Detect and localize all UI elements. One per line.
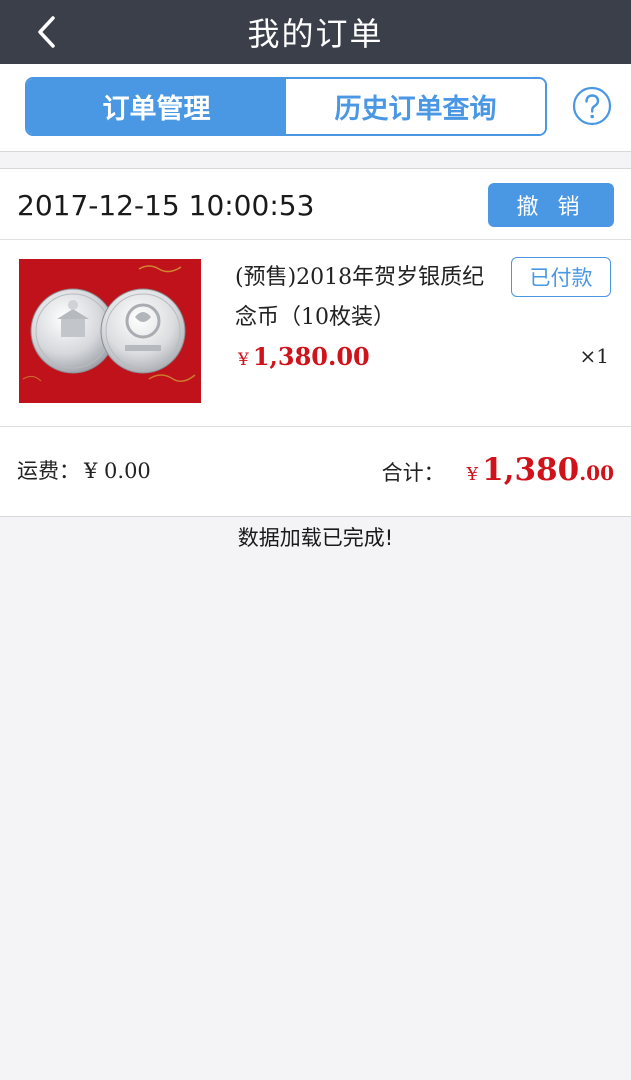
shipping-label: 运费：	[17, 459, 80, 483]
chevron-left-icon	[38, 16, 55, 48]
segmented-control: 订单管理 历史订单查询	[25, 77, 547, 136]
cancel-order-button[interactable]: 撤 销	[488, 183, 614, 227]
tab-order-history[interactable]: 历史订单查询	[286, 79, 545, 134]
back-button[interactable]	[30, 14, 62, 50]
divider	[0, 426, 631, 427]
total-currency: ¥	[466, 464, 479, 485]
tab-bar: 订单管理 历史订单查询	[0, 64, 631, 152]
question-circle-icon	[572, 86, 612, 126]
order-card: 2017-12-15 10:00:53 撤 销 (预售)2018年贺岁银质纪念币…	[0, 168, 631, 517]
total-decimal: .00	[579, 461, 614, 485]
total-label: 合计：	[381, 461, 445, 485]
help-button[interactable]	[572, 86, 612, 126]
product-price: ¥1,380.00	[238, 342, 370, 371]
tab-order-management[interactable]: 订单管理	[27, 79, 286, 134]
shipping-value: ¥ 0.00	[84, 459, 151, 483]
order-time: 2017-12-15 10:00:53	[17, 189, 315, 222]
product-image	[19, 259, 201, 403]
order-total: 合计： ¥ 1,380 .00	[382, 452, 614, 488]
price-value: 1,380.00	[252, 342, 370, 371]
load-status: 数据加载已完成!	[237, 526, 394, 550]
currency-symbol: ¥	[238, 350, 249, 370]
page-title: 我的订单	[247, 15, 384, 53]
product-row[interactable]: (预售)2018年贺岁银质纪念币（10枚装） 已付款 ¥1,380.00 ×1	[0, 240, 631, 426]
total-integer: 1,380	[482, 452, 580, 488]
status-badge: 已付款	[511, 257, 611, 297]
shipping-fee: 运费： ¥ 0.00	[17, 455, 151, 485]
nav-bar: 我的订单	[0, 0, 631, 64]
product-name: (预售)2018年贺岁银质纪念币（10枚装）	[235, 265, 485, 330]
product-quantity: ×1	[579, 344, 609, 368]
